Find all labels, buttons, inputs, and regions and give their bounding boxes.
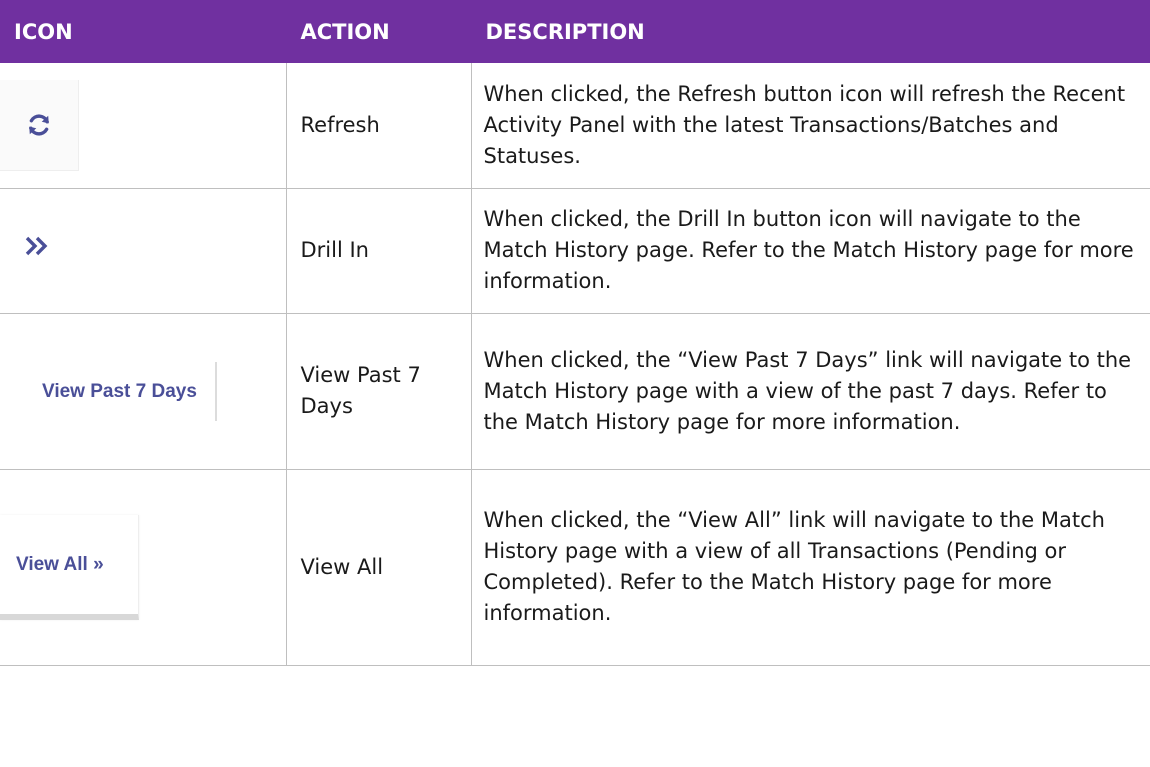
- view-past-7-days-link[interactable]: View Past 7 Days: [16, 361, 217, 421]
- double-chevron-right-icon: [25, 236, 48, 256]
- icon-cell: View Past 7 Days: [0, 313, 286, 470]
- header-action: ACTION: [286, 0, 472, 63]
- table-row: View Past 7 Days View Past 7 Days When c…: [0, 313, 1150, 470]
- action-cell: View Past 7 Days: [285, 313, 471, 470]
- table-row: View All » View All When clicked, the “V…: [0, 469, 1150, 666]
- description-cell: When clicked, the “View All” link will n…: [470, 469, 1150, 666]
- action-cell: View All: [285, 469, 471, 666]
- icon-cell: [0, 188, 286, 314]
- description-cell: When clicked, the Drill In button icon w…: [470, 188, 1150, 314]
- description-cell: When clicked, the Refresh button icon wi…: [470, 63, 1150, 189]
- refresh-icon: [29, 114, 49, 136]
- drill-in-button[interactable]: [24, 235, 50, 257]
- table-row: Drill In When clicked, the Drill In butt…: [0, 188, 1150, 314]
- icon-cell: [0, 63, 286, 189]
- action-cell: Drill In: [285, 188, 471, 314]
- description-cell: When clicked, the “View Past 7 Days” lin…: [470, 313, 1150, 470]
- icon-cell: View All »: [0, 469, 286, 666]
- view-all-link[interactable]: View All »: [0, 514, 139, 620]
- header-description: DESCRIPTION: [471, 0, 1150, 63]
- table-row: Refresh When clicked, the Refresh button…: [0, 63, 1150, 189]
- header-row: ICON ACTION DESCRIPTION: [0, 0, 1150, 63]
- header-icon: ICON: [0, 0, 287, 63]
- refresh-button[interactable]: [0, 79, 79, 171]
- icon-action-table: ICON ACTION DESCRIPTION Refresh When cli…: [0, 0, 1150, 666]
- action-cell: Refresh: [285, 63, 471, 189]
